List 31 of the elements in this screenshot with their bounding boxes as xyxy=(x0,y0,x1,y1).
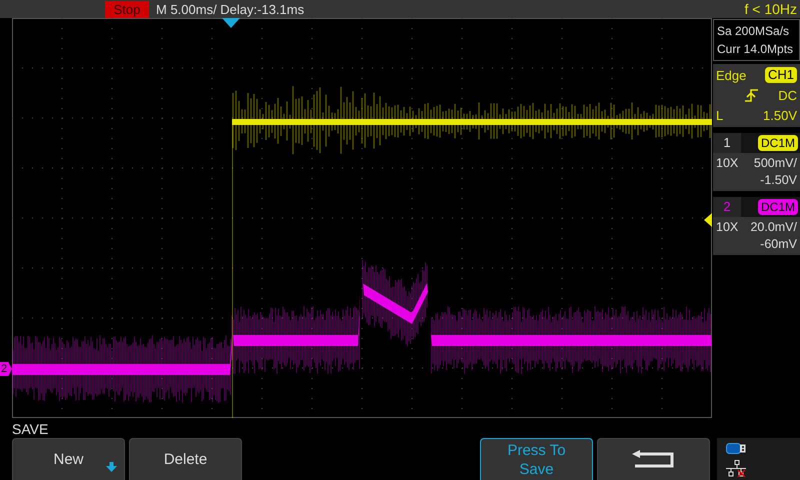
down-arrow-icon xyxy=(106,462,117,472)
channel-number[interactable]: 2 xyxy=(713,197,741,217)
vertical-scale-readout: 500mV/ xyxy=(754,155,797,172)
menu-title: SAVE xyxy=(11,420,50,438)
channel-coupling-badge[interactable]: DC1M xyxy=(758,199,798,215)
trigger-level-label: L xyxy=(716,108,724,123)
probe-ratio-label: 10X xyxy=(716,219,738,236)
vertical-offset-readout: -1.50V xyxy=(760,173,797,187)
menu-button[interactable]: Delete xyxy=(129,438,242,480)
trigger-type-label: Edge xyxy=(716,68,746,82)
trigger-level-marker[interactable] xyxy=(704,213,712,227)
vertical-offset-readout: -60mV xyxy=(760,237,797,251)
edge-slope-icon xyxy=(744,88,759,103)
vertical-scale-readout: 20.0mV/ xyxy=(750,219,797,236)
trigger-source-badge[interactable]: CH1 xyxy=(764,67,797,83)
back-button[interactable] xyxy=(597,438,710,480)
frequency-readout: f < 10Hz xyxy=(744,1,797,17)
channel-coupling-badge[interactable]: DC1M xyxy=(758,135,798,151)
sample-rate-readout: Sa 200MSa/s xyxy=(717,23,790,40)
channel-number[interactable]: 1 xyxy=(713,133,741,153)
trigger-level-value: 1.50V xyxy=(763,108,797,123)
memory-depth-readout: Curr 14.0Mpts xyxy=(717,41,794,58)
menu-button[interactable]: Press To Save xyxy=(480,438,593,480)
usb-drive-icon xyxy=(726,443,746,454)
channel-marker[interactable]: 2 xyxy=(0,362,12,376)
trigger-coupling-label: DC xyxy=(778,88,797,103)
new-file-button[interactable]: New xyxy=(12,438,125,480)
network-disconnected-icon xyxy=(726,460,748,477)
return-arrow-icon xyxy=(630,450,676,470)
timebase-readout: M 5.00ms/ Delay:-13.1ms xyxy=(156,2,304,16)
probe-ratio-label: 10X xyxy=(716,155,738,172)
